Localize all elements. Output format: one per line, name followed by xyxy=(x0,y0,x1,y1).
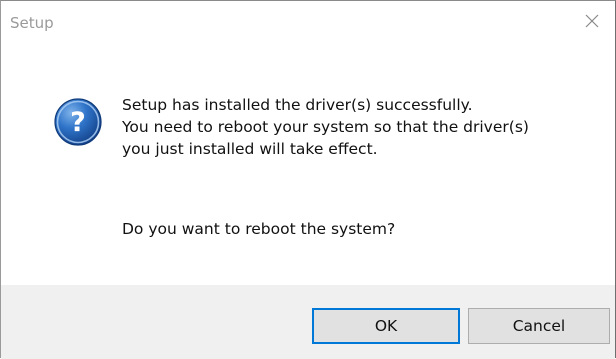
dialog-content: ? Setup has installed the driver(s) succ… xyxy=(1,41,615,285)
message-line: Setup has installed the driver(s) succes… xyxy=(122,96,473,114)
svg-text:?: ? xyxy=(70,107,86,138)
title-bar[interactable]: Setup xyxy=(1,1,615,41)
message-line: You need to reboot your system so that t… xyxy=(122,118,529,136)
dialog-title: Setup xyxy=(10,14,54,32)
message-text: Setup has installed the driver(s) succes… xyxy=(122,94,529,160)
setup-dialog: Setup ? Setup has installed the driver(s… xyxy=(0,0,616,359)
ok-button[interactable]: OK xyxy=(312,308,460,344)
button-bar: OK Cancel xyxy=(1,285,615,359)
close-icon xyxy=(585,14,599,28)
message-line: you just installed will take effect. xyxy=(122,140,378,158)
close-button[interactable] xyxy=(569,1,615,41)
question-text: Do you want to reboot the system? xyxy=(122,220,396,238)
question-icon: ? xyxy=(54,98,102,146)
cancel-button[interactable]: Cancel xyxy=(468,308,610,344)
